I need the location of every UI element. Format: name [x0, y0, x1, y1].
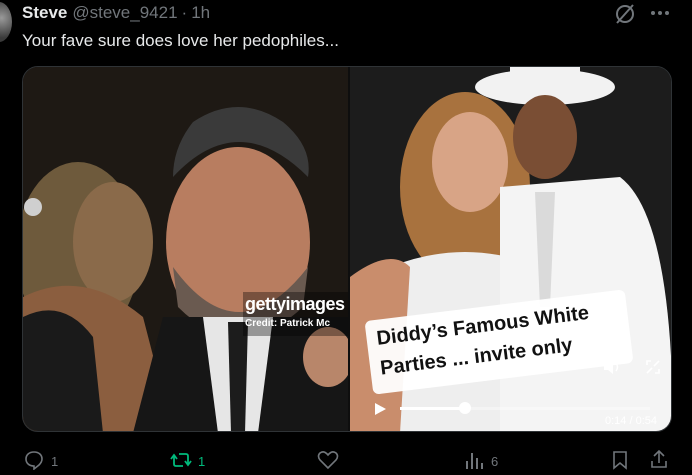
- reply-count: 1: [51, 454, 59, 469]
- video-progress-bar[interactable]: [400, 402, 650, 414]
- fullscreen-icon[interactable]: [645, 359, 661, 375]
- video-time: 0:14 / 0:54: [605, 415, 657, 427]
- views-icon[interactable]: [464, 451, 484, 469]
- grok-icon[interactable]: [613, 2, 637, 26]
- author-handle[interactable]: @steve_9421: [72, 3, 177, 22]
- video-progress-knob[interactable]: [459, 402, 471, 414]
- post-header: Steve @steve_9421 · 1h: [22, 3, 210, 23]
- left-photo[interactable]: gettyimages Credit: Patrick Mc: [23, 67, 348, 431]
- author-name[interactable]: Steve: [22, 3, 67, 22]
- repost-icon[interactable]: [170, 450, 192, 470]
- post-text: Your fave sure does love her pedophiles.…: [22, 31, 339, 50]
- watermark-credit: Credit: Patrick Mc: [245, 318, 331, 329]
- avatar[interactable]: [0, 2, 12, 42]
- more-icon[interactable]: [650, 8, 670, 18]
- heart-icon[interactable]: [317, 450, 339, 470]
- post-time[interactable]: 1h: [191, 3, 210, 22]
- left-photo-illustration: [23, 67, 348, 431]
- getty-watermark: gettyimages Credit: Patrick Mc: [243, 292, 348, 336]
- watermark-brand: gettyimages: [245, 294, 345, 314]
- repost-count: 1: [198, 454, 206, 469]
- play-icon[interactable]: [372, 401, 388, 417]
- media-container[interactable]: gettyimages Credit: Patrick Mc Diddy’s F…: [22, 66, 672, 432]
- bookmark-icon[interactable]: [612, 450, 628, 470]
- right-video[interactable]: Diddy’s Famous White Parties ... invite …: [350, 67, 671, 431]
- video-progress-fill: [400, 407, 465, 410]
- volume-icon[interactable]: [603, 359, 621, 375]
- separator-dot: ·: [181, 3, 188, 22]
- reply-icon[interactable]: [24, 450, 44, 470]
- share-icon[interactable]: [650, 449, 668, 469]
- views-count: 6: [491, 454, 499, 469]
